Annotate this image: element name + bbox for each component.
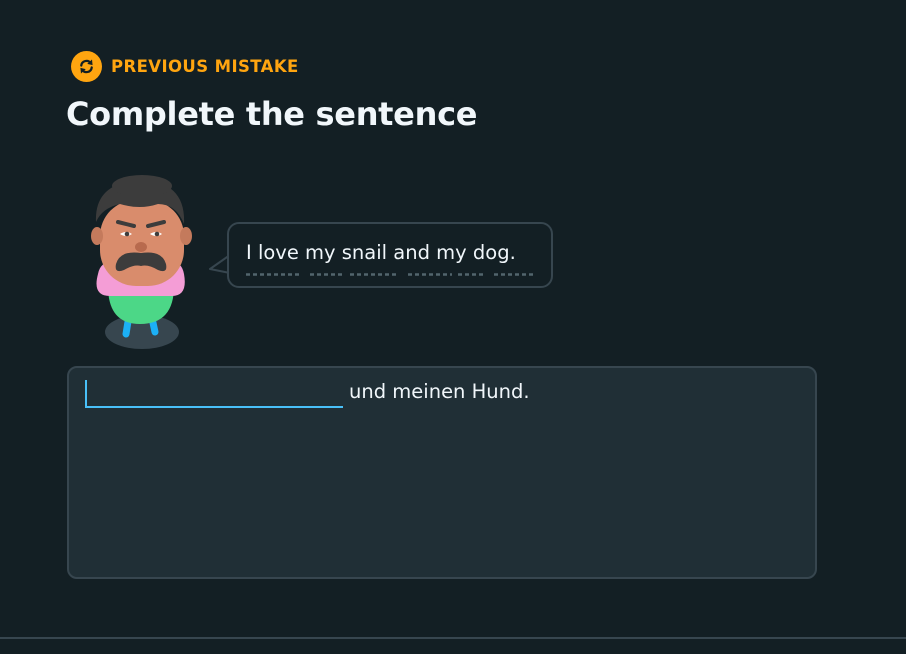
previous-mistake-tag: PREVIOUS MISTAKE — [71, 51, 299, 82]
character-avatar — [84, 174, 194, 354]
previous-mistake-label: PREVIOUS MISTAKE — [111, 57, 299, 76]
prompt-sentence[interactable]: I love my snail and my dog. — [246, 241, 516, 264]
answer-area: und meinen Hund. — [67, 366, 817, 579]
sentence-continuation: und meinen Hund. — [349, 380, 530, 403]
footer-divider — [0, 637, 906, 639]
page-title: Complete the sentence — [66, 95, 478, 133]
blank-answer-input[interactable] — [85, 380, 343, 408]
speech-bubble: I love my snail and my dog. — [227, 222, 553, 288]
refresh-arrows-icon — [71, 51, 102, 82]
word-hint-underline — [246, 273, 534, 276]
